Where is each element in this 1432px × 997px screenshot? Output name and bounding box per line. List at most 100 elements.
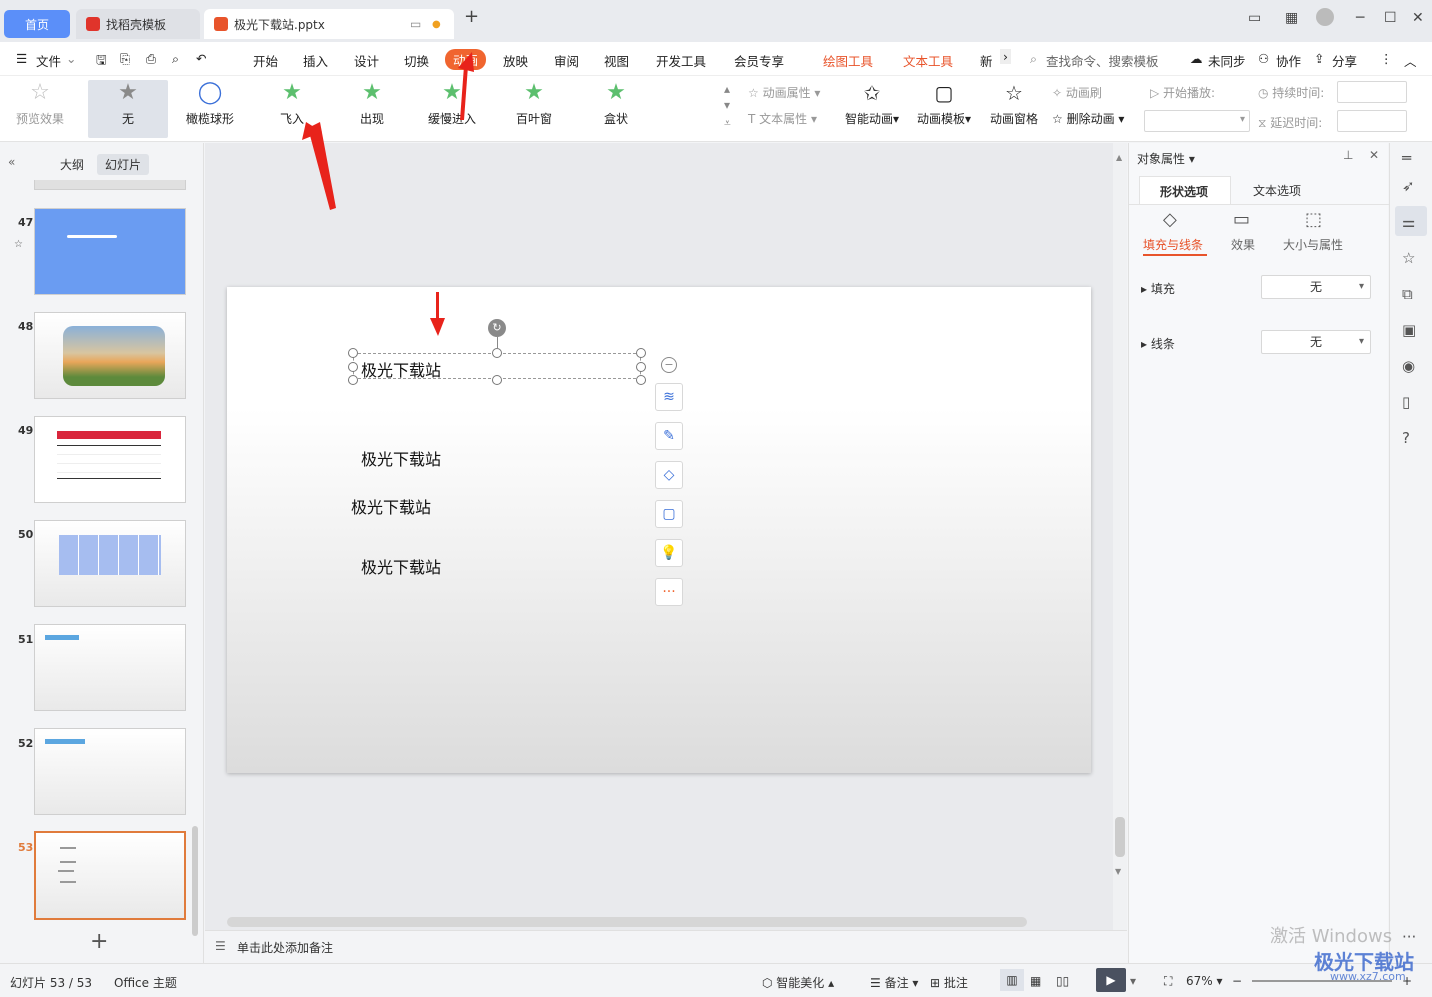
resize-handle[interactable]	[636, 362, 646, 372]
smart-anim-button[interactable]: ✩ 智能动画▾	[842, 80, 902, 127]
print-preview-icon[interactable]: ⌕	[172, 51, 179, 67]
slide-thumb-53[interactable]	[34, 831, 186, 920]
tab-outline[interactable]: 大纲	[52, 154, 92, 175]
tab-shape-options[interactable]: 形状选项	[1139, 176, 1231, 204]
collapse-toolbar-icon[interactable]: −	[661, 357, 677, 373]
notes-bar[interactable]: ☰ 单击此处添加备注	[205, 930, 1127, 963]
rotate-handle-icon[interactable]: ↻	[488, 319, 506, 337]
pin-icon[interactable]: ⊥	[1343, 148, 1353, 162]
slide-thumb-47[interactable]	[34, 208, 186, 295]
menu-new[interactable]: 新	[980, 51, 993, 70]
delay-input[interactable]	[1337, 110, 1407, 132]
tab-template[interactable]: 找稻壳模板	[76, 9, 200, 39]
screen-icon[interactable]: ▭	[410, 17, 421, 31]
slide-text-4[interactable]: 极光下载站	[361, 554, 441, 578]
slide-thumb-48[interactable]	[34, 312, 186, 399]
slides-scrollbar[interactable]	[192, 826, 198, 936]
close-icon[interactable]: ✕	[1412, 10, 1424, 26]
image-icon[interactable]: ▣	[1402, 321, 1416, 339]
layout-icon[interactable]: ▭	[1248, 10, 1261, 26]
unsynced-button[interactable]: 未同步	[1208, 51, 1246, 70]
menu-member[interactable]: 会员专享	[734, 51, 784, 70]
normal-view-icon[interactable]: ▥	[1000, 969, 1024, 991]
menu-drawing-tools[interactable]: 绘图工具	[823, 51, 873, 70]
scroll-up-icon[interactable]: ▲	[1116, 153, 1122, 162]
rocket-icon[interactable]: ➶	[1402, 177, 1415, 195]
slide-thumb-51[interactable]	[34, 624, 186, 711]
line-select[interactable]: 无 ▾	[1261, 330, 1371, 354]
duration-input[interactable]	[1337, 81, 1407, 103]
slide-sorter-icon[interactable]: ▦	[1030, 974, 1041, 988]
maximize-icon[interactable]: ☐	[1384, 10, 1397, 26]
minimize-icon[interactable]: ─	[1356, 10, 1364, 26]
tab-home[interactable]: 首页	[4, 10, 70, 38]
collab-button[interactable]: 协作	[1276, 51, 1301, 70]
avatar[interactable]	[1316, 8, 1334, 26]
effect-appear[interactable]: ★ 出现	[350, 80, 394, 127]
location-icon[interactable]: ◉	[1402, 357, 1415, 375]
hamburger-icon[interactable]: ☰	[16, 51, 27, 66]
start-play-select[interactable]: ▾	[1144, 110, 1250, 132]
preview-effect-button[interactable]: ☆ 预览效果	[10, 80, 70, 127]
more-icon[interactable]: ⋮	[1380, 51, 1393, 66]
play-options-icon[interactable]: ▾	[1130, 974, 1136, 988]
chevron-down-icon[interactable]: ⌄	[66, 51, 76, 66]
reading-view-icon[interactable]: ▯▯	[1056, 974, 1069, 988]
menu-review[interactable]: 审阅	[554, 51, 579, 70]
fill-icon[interactable]: ◇	[655, 461, 683, 489]
effect-blinds[interactable]: ★ 百叶窗	[512, 80, 556, 127]
undo-icon[interactable]: ↶	[196, 51, 206, 66]
slide-thumb-50[interactable]	[34, 520, 186, 607]
help-icon[interactable]: ?	[1402, 429, 1410, 447]
menu-design[interactable]: 设计	[354, 51, 379, 70]
anim-pane-button[interactable]: ☆ 动画窗格	[988, 80, 1040, 127]
add-notes-placeholder[interactable]: 单击此处添加备注	[237, 939, 333, 956]
add-slide-button[interactable]: +	[90, 929, 108, 954]
properties-icon[interactable]: ⚌	[1402, 213, 1415, 231]
play-slideshow-button[interactable]: ▶	[1096, 968, 1126, 992]
tab-text-options[interactable]: 文本选项	[1253, 182, 1301, 199]
idea-icon[interactable]: 💡	[655, 539, 683, 567]
zoom-level[interactable]: 67% ▾	[1186, 974, 1223, 988]
collapse-panel-icon[interactable]: «	[8, 155, 15, 169]
menu-start[interactable]: 开始	[253, 51, 278, 70]
animation-star-icon[interactable]: ☆	[1402, 249, 1415, 267]
notes-toggle[interactable]: ☰ 备注 ▾	[870, 974, 918, 991]
slide-text-3[interactable]: 极光下载站	[351, 494, 431, 518]
fill-section[interactable]: ▸ 填充	[1141, 280, 1175, 297]
brush-icon[interactable]: ✎	[655, 422, 683, 450]
collapse-ribbon-icon[interactable]: ︿	[1404, 51, 1417, 70]
menu-text-tools[interactable]: 文本工具	[903, 51, 953, 70]
effect-none[interactable]: ★ 无	[88, 80, 168, 138]
delete-anim-button[interactable]: ☆ 删除动画 ▾	[1052, 110, 1124, 127]
scroll-down-icon[interactable]: ▼	[1115, 867, 1121, 876]
anim-props-button[interactable]: ☆ 动画属性 ▾	[748, 84, 820, 101]
subtab-fill-line[interactable]: 填充与线条	[1143, 236, 1203, 253]
slide-text-1[interactable]: 极光下载站	[361, 357, 441, 381]
panel-title[interactable]: 对象属性 ▾	[1137, 150, 1195, 167]
anim-template-button[interactable]: ▢ 动画模板▾	[914, 80, 974, 127]
resize-handle[interactable]	[492, 348, 502, 358]
text-props-button[interactable]: T 文本属性 ▾	[748, 110, 817, 127]
book-icon[interactable]: ▯	[1402, 393, 1410, 411]
anim-brush-button[interactable]: ✧ 动画刷	[1052, 84, 1102, 101]
slide-thumb-partial[interactable]	[34, 180, 186, 190]
effect-football[interactable]: ◯ 橄榄球形	[180, 80, 240, 127]
horizontal-scrollbar[interactable]	[227, 917, 1027, 927]
menu-lines-icon[interactable]: ═	[1402, 149, 1411, 167]
vertical-scroll-track[interactable]: ▲ ▼	[1113, 143, 1127, 930]
close-panel-icon[interactable]: ✕	[1369, 148, 1379, 162]
more-options-icon[interactable]: ···	[655, 578, 683, 606]
resize-handle[interactable]	[348, 348, 358, 358]
print-icon[interactable]: ⎙	[146, 51, 156, 67]
menu-developer[interactable]: 开发工具	[656, 51, 706, 70]
menu-slideshow[interactable]: 放映	[503, 51, 528, 70]
layers-icon[interactable]: ≋	[655, 383, 683, 411]
menu-file[interactable]: 文件	[36, 51, 61, 70]
menu-insert[interactable]: 插入	[303, 51, 328, 70]
line-section[interactable]: ▸ 线条	[1141, 335, 1175, 352]
outline-icon[interactable]: ▢	[655, 500, 683, 528]
gallery-scroll-down-icon[interactable]: ▾	[724, 98, 730, 112]
save-icon[interactable]: 🖫	[96, 51, 107, 72]
zoom-out-icon[interactable]: −	[1232, 974, 1242, 988]
